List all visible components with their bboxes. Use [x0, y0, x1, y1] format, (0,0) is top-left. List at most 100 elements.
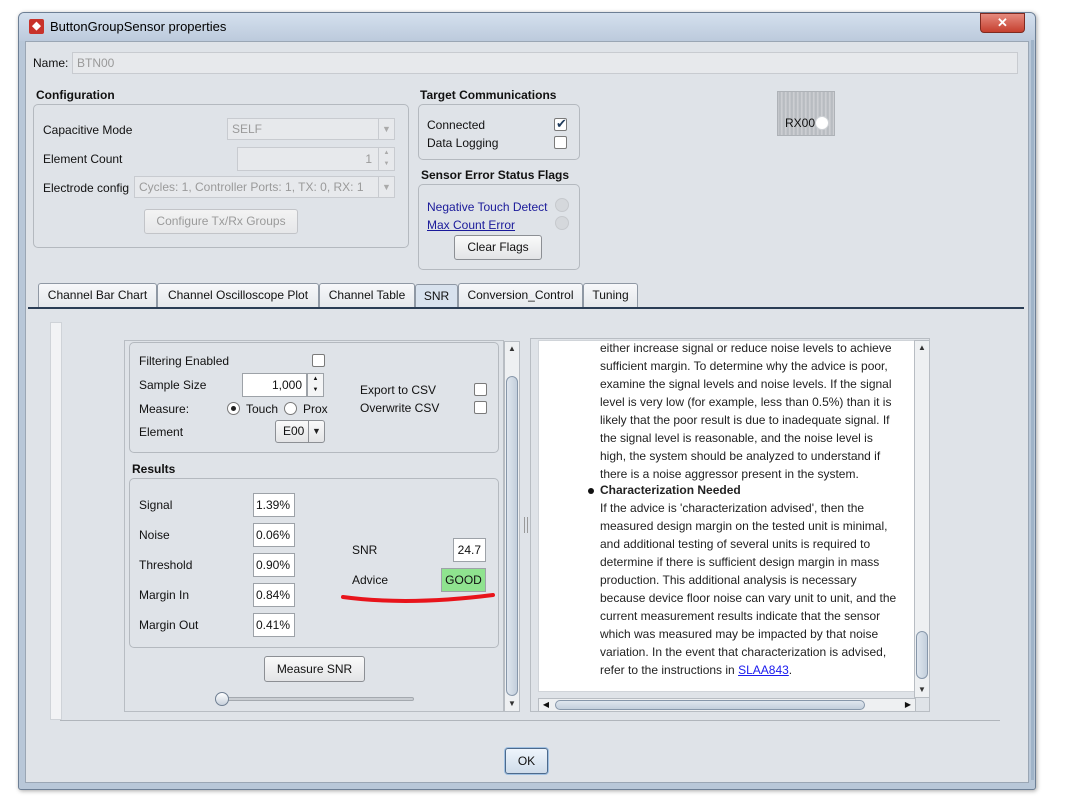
results-title: Results [132, 462, 176, 476]
tab-channel-bar-chart[interactable]: Channel Bar Chart [38, 283, 157, 308]
name-field[interactable]: BTN00 [72, 52, 1018, 74]
snr-label: SNR [352, 543, 378, 557]
slaa843-link[interactable]: SLAA843 [738, 663, 789, 677]
help-text-line: and additional testing of several units … [600, 537, 871, 551]
max-count-error-label: Max Count Error [427, 218, 516, 232]
tab-channel-table[interactable]: Channel Table [319, 283, 415, 308]
element-value: E00 [283, 424, 305, 438]
help-scroll-thumb[interactable] [916, 631, 928, 679]
noise-value: 0.06% [253, 523, 295, 547]
element-count-spinner[interactable]: 1 ▲ ▼ [237, 147, 395, 171]
measure-touch-radio[interactable] [227, 402, 240, 415]
element-label: Element [139, 425, 184, 439]
help-last-line-suffix: . [788, 663, 793, 677]
max-count-indicator [555, 216, 569, 230]
margin-out-value: 0.41% [253, 613, 295, 637]
filtering-enabled-checkbox[interactable] [312, 354, 325, 367]
negative-touch-detect-label: Negative Touch Detect [427, 200, 548, 214]
help-text-line: because device floor noise can vary unit… [600, 591, 897, 605]
scroll-down-icon[interactable]: ▼ [915, 683, 929, 697]
margin-out-label: Margin Out [139, 618, 199, 632]
help-text-line: the signal level is reasonable, and the … [600, 431, 873, 445]
scroll-up-icon[interactable]: ▲ [915, 341, 929, 355]
connected-checkbox[interactable] [554, 116, 567, 132]
sample-size-label: Sample Size [139, 378, 207, 392]
splitter-grip[interactable] [524, 517, 528, 533]
element-select[interactable]: E00 ▼ [275, 420, 325, 443]
help-horizontal-scrollbar[interactable]: ◀ ▶ [538, 698, 916, 712]
bullet-icon [588, 488, 594, 494]
configuration-title: Configuration [36, 88, 115, 102]
help-text-line: current measurement results indicate tha… [600, 609, 881, 623]
help-text-line: level is very low (for example, less tha… [600, 395, 892, 409]
scroll-right-icon[interactable]: ▶ [901, 699, 915, 711]
scroll-left-icon[interactable]: ◀ [539, 699, 553, 711]
scroll-down-icon[interactable]: ▼ [505, 697, 519, 711]
help-text-line: there is a noise aggressor present in th… [600, 467, 859, 481]
help-text-line: likely that the poor result is due to in… [600, 413, 890, 427]
electrode-config-value: Cycles: 1, Controller Ports: 1, TX: 0, R… [139, 180, 364, 194]
settings-vertical-scrollbar[interactable]: ▲ ▼ [504, 341, 520, 712]
help-text-line: high, the system should be analyzed to u… [600, 449, 881, 463]
app-icon: ◆ [29, 19, 44, 34]
data-logging-label: Data Logging [427, 136, 499, 150]
settings-scroll-thumb[interactable] [506, 376, 518, 696]
help-text-line: either increase signal or reduce noise l… [600, 341, 892, 355]
capacitive-mode-select[interactable]: SELF ▼ [227, 118, 395, 140]
window-title: ButtonGroupSensor properties [50, 19, 227, 34]
advice-label: Advice [352, 573, 389, 587]
data-logging-checkbox[interactable] [554, 136, 567, 149]
help-text-area: either increase signal or reduce noise l… [538, 340, 916, 692]
name-label: Name: [33, 56, 69, 70]
tab-conversion-control[interactable]: Conversion_Control [458, 283, 583, 308]
sample-slider-thumb[interactable] [215, 692, 229, 706]
export-csv-checkbox[interactable] [474, 383, 487, 396]
tab-snr[interactable]: SNR [415, 284, 458, 309]
electrode-config-select[interactable]: Cycles: 1, Controller Ports: 1, TX: 0, R… [134, 176, 395, 198]
help-vertical-scrollbar[interactable]: ▲ ▼ [914, 340, 930, 698]
negative-touch-indicator [555, 198, 569, 212]
help-text-line: determine if there is sufficient design … [600, 555, 880, 569]
spinner-arrows-icon[interactable]: ▲ ▼ [378, 148, 394, 170]
capacitive-mode-value: SELF [232, 122, 263, 136]
configure-txrx-groups-button[interactable]: Configure Tx/Rx Groups [144, 209, 298, 234]
export-csv-label: Export to CSV [360, 383, 437, 397]
help-text-line: variation. In the event that characteriz… [600, 645, 887, 659]
sensor-error-flags-title: Sensor Error Status Flags [421, 168, 570, 182]
rx-label: RX00 [785, 116, 816, 130]
signal-value: 1.39% [253, 493, 295, 517]
overwrite-csv-checkbox[interactable] [474, 401, 487, 414]
measure-prox-label: Prox [303, 402, 328, 416]
left-scroll-rail [50, 322, 62, 720]
measure-prox-radio[interactable] [284, 402, 297, 415]
snr-value: 24.7 [453, 538, 486, 562]
connected-label: Connected [427, 118, 486, 132]
tab-channel-oscilloscope-plot[interactable]: Channel Oscilloscope Plot [157, 283, 319, 308]
help-heading: Characterization Needed [600, 483, 741, 497]
measure-label: Measure: [139, 402, 190, 416]
signal-label: Signal [139, 498, 173, 512]
tab-tuning[interactable]: Tuning [583, 283, 638, 308]
scroll-up-icon[interactable]: ▲ [505, 342, 519, 356]
sample-size-spinner[interactable]: ▲ ▼ [307, 373, 324, 397]
help-text-line: examine the signal levels and noise leve… [600, 377, 892, 391]
help-last-line: refer to the instructions in SLAA843. [600, 663, 792, 677]
help-text-line: If the advice is 'characterization advis… [600, 501, 865, 515]
measure-snr-button[interactable]: Measure SNR [264, 656, 365, 682]
help-last-line-prefix: refer to the instructions in [600, 663, 739, 677]
noise-label: Noise [139, 528, 170, 542]
ok-button[interactable]: OK [505, 748, 548, 774]
sample-size-input[interactable]: 1,000 [242, 373, 307, 397]
clear-flags-button[interactable]: Clear Flags [454, 235, 542, 260]
threshold-value: 0.90% [253, 553, 295, 577]
rx-indicator [815, 116, 829, 130]
overwrite-csv-label: Overwrite CSV [360, 401, 440, 415]
help-text-line: sufficient margin. To determine why the … [600, 359, 888, 373]
chevron-down-icon: ▼ [308, 421, 324, 442]
close-button[interactable]: ✕ [980, 13, 1025, 33]
window-edge [1031, 40, 1034, 780]
help-horizontal-thumb[interactable] [555, 700, 865, 710]
sample-slider-track[interactable] [222, 697, 414, 701]
measure-touch-label: Touch [246, 402, 279, 416]
element-count-value: 1 [365, 152, 372, 166]
